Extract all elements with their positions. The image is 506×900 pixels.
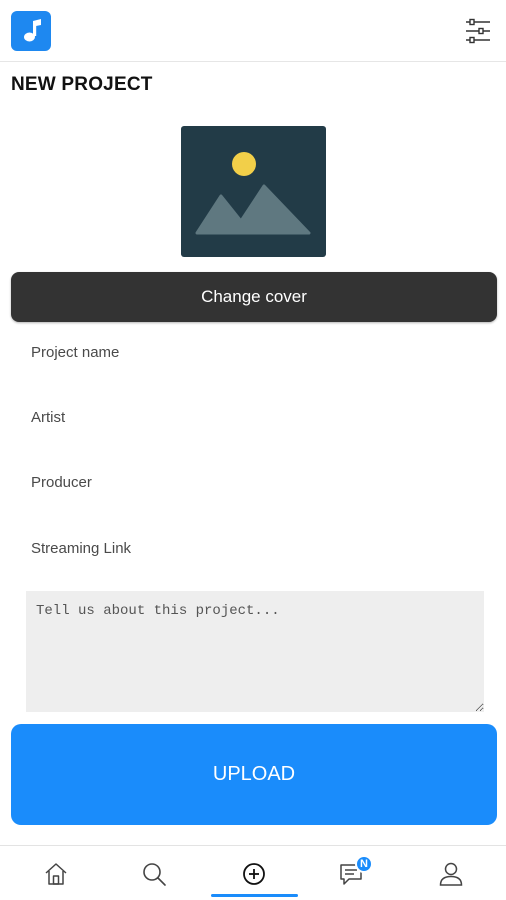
- active-tab-indicator: [211, 894, 298, 897]
- sliders-icon: [466, 18, 490, 44]
- cover-image: [181, 126, 326, 257]
- description-textarea[interactable]: [26, 591, 484, 712]
- tab-home[interactable]: [11, 846, 101, 900]
- producer-field[interactable]: [22, 462, 484, 502]
- music-note-icon: [24, 19, 41, 42]
- artist-field[interactable]: [22, 397, 484, 437]
- tab-search[interactable]: [109, 846, 199, 900]
- project-name-field[interactable]: [22, 332, 484, 372]
- change-cover-button[interactable]: Change cover: [11, 272, 497, 322]
- tab-profile[interactable]: [406, 846, 496, 900]
- tab-messages[interactable]: N: [308, 846, 398, 900]
- upload-button[interactable]: UPLOAD: [11, 724, 497, 825]
- notification-badge: N: [355, 855, 373, 873]
- top-bar: [0, 0, 506, 62]
- bottom-tab-bar: N: [0, 845, 506, 900]
- search-icon: [143, 862, 166, 886]
- home-icon: [45, 862, 67, 885]
- page-title: NEW PROJECT: [11, 74, 153, 95]
- image-placeholder-icon: [195, 152, 311, 235]
- add-circle-icon: [243, 862, 265, 885]
- app-logo[interactable]: [11, 11, 51, 51]
- filter-button[interactable]: [464, 17, 492, 45]
- tab-add[interactable]: [209, 846, 299, 900]
- streaming-link-field[interactable]: [22, 528, 484, 568]
- profile-icon: [439, 862, 463, 886]
